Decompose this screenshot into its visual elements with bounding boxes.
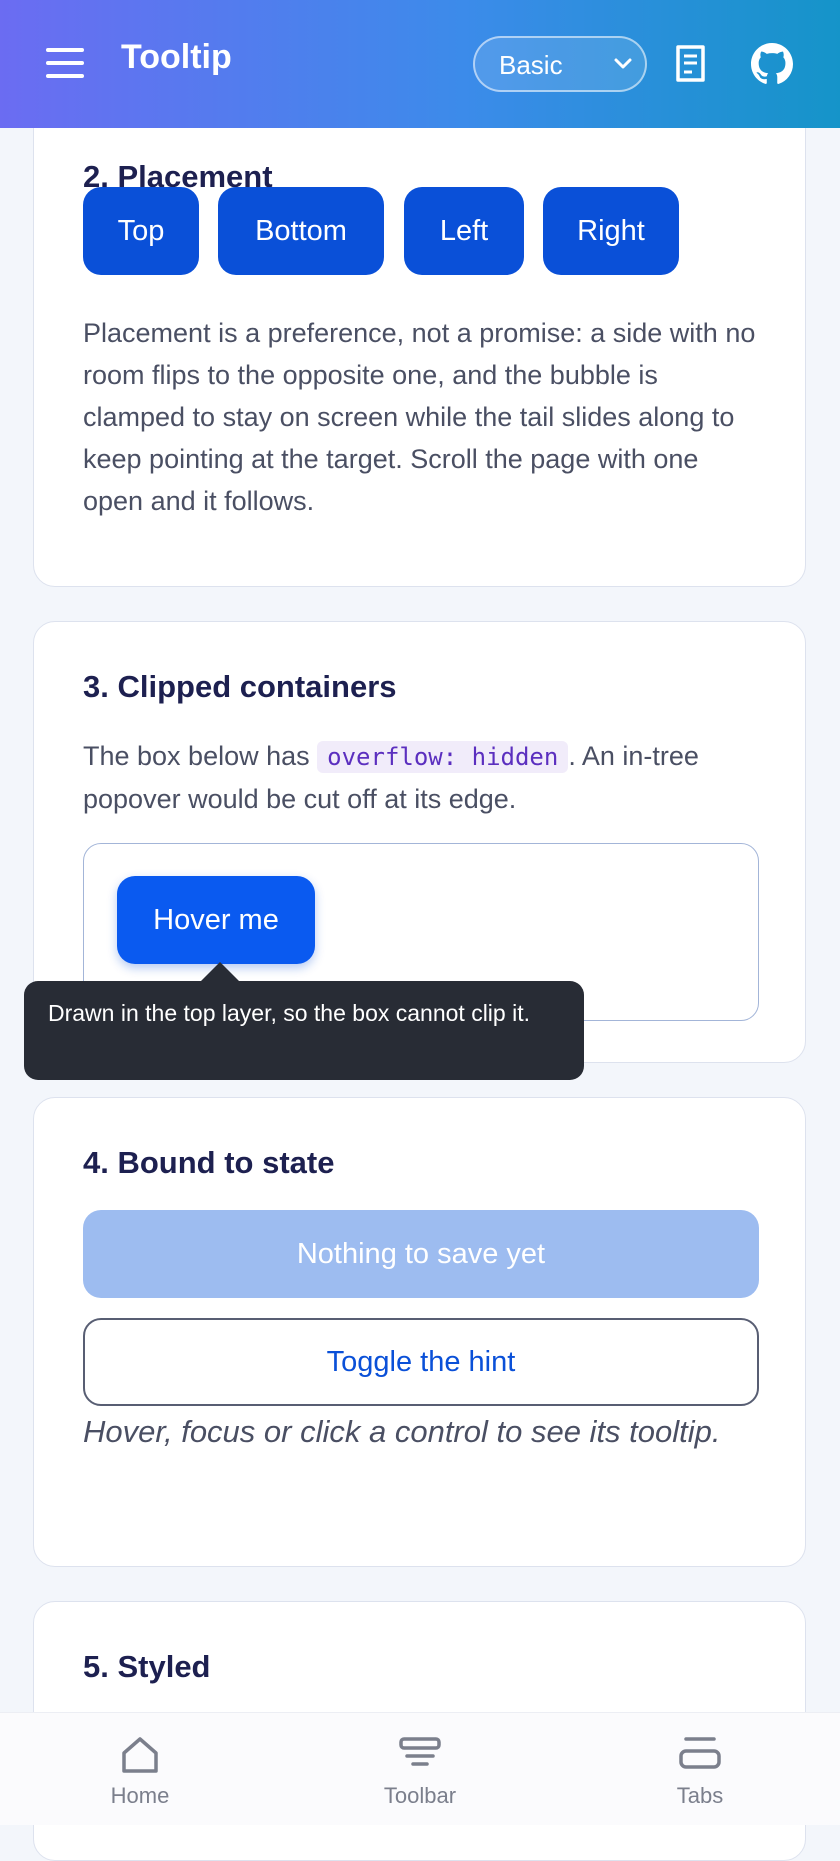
mode-select[interactable]: Basic	[473, 36, 647, 92]
bottom-nav: Home Toolbar Tabs	[0, 1712, 840, 1825]
section-title: 3. Clipped containers	[83, 669, 397, 704]
tooltip: Drawn in the top layer, so the box canno…	[24, 981, 584, 1080]
app-title: Tooltip	[121, 38, 232, 76]
inline-code: overflow: hidden	[317, 741, 569, 773]
nav-tabs[interactable]: Tabs	[600, 1713, 800, 1825]
toolbar-icon	[399, 1737, 441, 1766]
tooltip-tail	[200, 962, 240, 982]
mode-select-value: Basic	[499, 50, 563, 80]
home-icon	[122, 1737, 158, 1773]
hamburger-menu-icon[interactable]	[46, 48, 86, 80]
hover-me-button[interactable]: Hover me	[117, 876, 315, 964]
nav-label: Home	[110, 1783, 170, 1808]
section-title: 5. Styled	[83, 1649, 211, 1684]
toggle-hint-button[interactable]: Toggle the hint	[83, 1318, 759, 1406]
placement-top-button[interactable]: Top	[83, 187, 199, 275]
bound-card: 4. Bound to state Nothing to save yet To…	[33, 1097, 806, 1567]
hint-text: Hover, focus or click a control to see i…	[83, 1414, 721, 1449]
save-button: Nothing to save yet	[83, 1210, 759, 1298]
nav-home[interactable]: Home	[40, 1713, 240, 1825]
clipped-description: The box below has overflow: hidden. An i…	[83, 735, 763, 820]
github-icon[interactable]	[751, 43, 793, 85]
placement-description: Placement is a preference, not a promise…	[83, 318, 756, 516]
chevron-down-icon	[614, 58, 632, 69]
docs-icon[interactable]	[674, 44, 708, 84]
placement-card: 2. Placement Top Bottom Left Right Place…	[33, 90, 806, 587]
placement-bottom-button[interactable]: Bottom	[218, 187, 384, 275]
clipped-desc-before: The box below has	[83, 741, 318, 771]
nav-label: Tabs	[676, 1783, 724, 1808]
nav-toolbar[interactable]: Toolbar	[320, 1713, 520, 1825]
placement-left-button[interactable]: Left	[404, 187, 524, 275]
placement-right-button[interactable]: Right	[543, 187, 679, 275]
section-title: 4. Bound to state	[83, 1145, 335, 1180]
app-header: Tooltip Basic	[0, 0, 840, 128]
tabs-icon	[679, 1737, 721, 1769]
nav-label: Toolbar	[383, 1783, 457, 1808]
